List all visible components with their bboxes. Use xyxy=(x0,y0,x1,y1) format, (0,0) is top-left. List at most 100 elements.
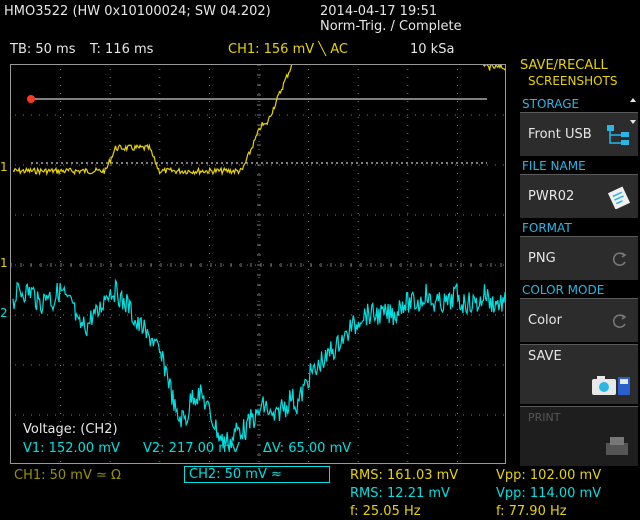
grid-dot xyxy=(39,114,40,116)
grid-dot xyxy=(357,349,359,350)
grid-dot xyxy=(191,314,192,316)
grid-dot xyxy=(415,114,416,116)
grid-dot xyxy=(135,364,136,366)
grid-dot xyxy=(456,237,458,238)
grid-dot xyxy=(357,309,359,310)
grid-dot xyxy=(319,114,320,116)
grid-dot xyxy=(60,85,62,86)
grid-dot xyxy=(308,277,310,278)
grid-dot xyxy=(247,264,248,266)
grid-dot xyxy=(159,213,161,214)
format-button[interactable]: PNG xyxy=(520,236,638,280)
print-button[interactable]: PRINT xyxy=(520,406,638,466)
grid-dot xyxy=(357,389,359,390)
grid-dot xyxy=(407,164,408,166)
grid-dot xyxy=(357,141,359,142)
grid-dot xyxy=(159,93,161,94)
grid-dot xyxy=(456,69,458,70)
grid-dot xyxy=(208,301,210,302)
grid-dot xyxy=(308,389,310,390)
grid-dot xyxy=(456,277,458,278)
grid-dot xyxy=(367,164,368,166)
grid-dot xyxy=(375,114,376,116)
grid-dot xyxy=(60,69,62,70)
grid-dot xyxy=(335,314,336,316)
grid-dot xyxy=(456,93,458,94)
storage-button[interactable]: Front USB xyxy=(520,112,638,156)
grid-dot xyxy=(15,314,16,316)
grid-dot xyxy=(159,325,161,326)
grid-dot xyxy=(279,264,280,266)
grid-dot xyxy=(159,117,161,118)
grid-dot xyxy=(255,114,256,116)
grid-dot xyxy=(23,114,24,116)
grid-dot xyxy=(407,245,409,246)
grid-dot xyxy=(456,221,458,222)
grid-dot xyxy=(109,261,111,262)
waveform-display[interactable]: Voltage: (CH2) V1: 152.00 mV V2: 217.00 … xyxy=(10,64,506,464)
grid-dot xyxy=(223,164,224,166)
grid-dot xyxy=(357,269,359,270)
grid-dot xyxy=(367,114,368,116)
grid-dot xyxy=(55,114,56,116)
grid-dot xyxy=(39,214,40,216)
grid-dot xyxy=(39,164,40,166)
grid-dot xyxy=(431,114,432,116)
grid-dot xyxy=(208,157,210,158)
grid-dot xyxy=(159,229,161,230)
grid-dot xyxy=(295,314,296,316)
trigger-time[interactable]: T: 116 ms xyxy=(90,42,153,57)
grid-dot xyxy=(60,381,62,382)
grid-dot xyxy=(63,164,64,166)
grid-dot xyxy=(208,245,210,246)
grid-dot xyxy=(255,314,256,316)
grid-dot xyxy=(208,101,210,102)
filename-value: PWR02 xyxy=(528,189,575,204)
grid-dot xyxy=(60,77,62,78)
save-button[interactable]: SAVE xyxy=(520,344,638,404)
ch1-setting[interactable]: CH1: 156 mV ╲ AC xyxy=(228,42,348,57)
grid-dot xyxy=(258,149,260,150)
grid-dot xyxy=(258,157,260,158)
grid-dot xyxy=(63,364,64,366)
grid-dot xyxy=(159,264,160,266)
storage-value: Front USB xyxy=(528,127,592,142)
grid-dot xyxy=(60,437,62,438)
format-value: PNG xyxy=(528,251,556,266)
grid-dot xyxy=(47,114,48,116)
rms-ch2: RMS: 12.21 mV xyxy=(350,486,450,501)
timebase[interactable]: TB: 50 ms xyxy=(10,42,75,57)
grid-dot xyxy=(109,405,111,406)
grid-dot xyxy=(357,365,359,366)
colormode-button[interactable]: Color xyxy=(520,298,638,342)
grid-dot xyxy=(60,165,62,166)
grid-dot xyxy=(159,309,161,310)
cursor-delta: ΔV: 65.00 mV xyxy=(263,441,352,456)
grid-dot xyxy=(15,114,16,116)
grid-dot xyxy=(119,114,120,116)
grid-dot xyxy=(456,125,458,126)
filename-button[interactable]: PWR02 xyxy=(520,174,638,218)
grid-dot xyxy=(239,314,240,316)
grid-dot xyxy=(111,414,112,416)
cursor-marker xyxy=(27,95,35,103)
grid-dot xyxy=(327,164,328,166)
ch2-scale[interactable]: CH2: 50 mV ≈ xyxy=(184,466,330,483)
grid-dot xyxy=(31,214,32,216)
grid-dot xyxy=(239,364,240,366)
ch1-scale[interactable]: CH1: 50 mV ≃ Ω xyxy=(14,468,121,483)
grid-dot xyxy=(208,141,210,142)
grid-dot xyxy=(208,221,210,222)
grid-dot xyxy=(109,285,111,286)
grid-dot xyxy=(357,421,359,422)
grid-dot xyxy=(311,414,312,416)
grid-dot xyxy=(191,214,192,216)
grid-dot xyxy=(423,264,424,266)
grid-dot xyxy=(167,364,168,366)
grid-dot xyxy=(263,214,264,216)
grid-dot xyxy=(407,141,409,142)
grid-dot xyxy=(247,364,248,366)
ch2-offset-marker: 2 xyxy=(0,306,8,320)
grid-dot xyxy=(208,325,210,326)
grid-dot xyxy=(308,221,310,222)
